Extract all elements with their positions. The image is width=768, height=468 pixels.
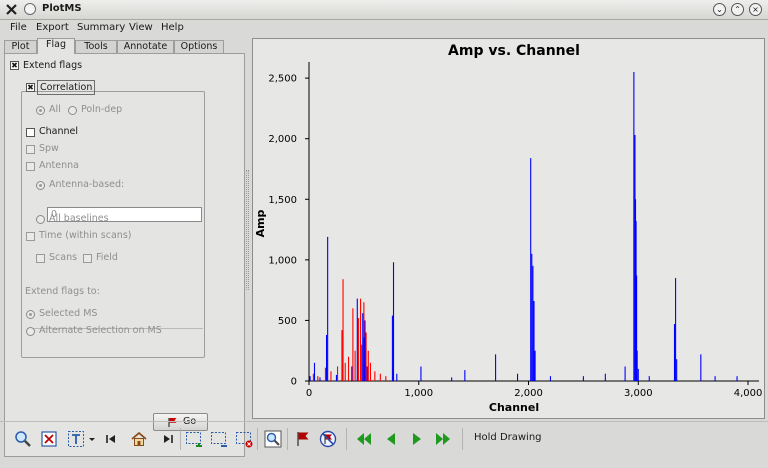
selected-ms-label: Selected MS (39, 308, 98, 319)
y-tick-label: 500 (278, 316, 297, 327)
first-iteration-icon[interactable] (355, 430, 373, 448)
extend-flags-checkbox[interactable]: ✖ (10, 61, 19, 70)
alternate-selection-radio[interactable] (26, 327, 35, 336)
plot-canvas[interactable]: Amp vs. Channel 0 500 1,000 1,500 2,000 2,500 0… (253, 39, 764, 418)
all-label: All (49, 104, 61, 115)
close-icon[interactable]: × (749, 3, 762, 16)
alternate-selection-label: Alternate Selection on MS (39, 325, 162, 336)
time-label: Time (within scans) (39, 230, 132, 241)
spw-checkbox[interactable] (26, 145, 35, 154)
x-tick-label: 0 (306, 388, 312, 399)
zoom-fit-icon[interactable] (40, 430, 58, 448)
y-tick-label: 2,000 (268, 134, 297, 145)
step-back-icon[interactable] (103, 430, 121, 448)
extend-to-label: Extend flags to: (25, 286, 100, 297)
toolbar-separator (346, 428, 347, 450)
field-label: Field (96, 252, 118, 263)
menu-file[interactable]: File (10, 22, 27, 33)
zoom-icon[interactable] (14, 430, 32, 448)
scans-label: Scans (49, 252, 78, 263)
chevron-down-icon[interactable] (87, 430, 97, 448)
splitter-handle[interactable] (246, 170, 249, 290)
menu-summary[interactable]: Summary (77, 22, 125, 33)
previous-iteration-icon[interactable] (382, 430, 400, 448)
annotate-text-icon[interactable] (67, 430, 85, 448)
y-tick-label: 0 (291, 377, 297, 388)
correlation-checkbox[interactable]: ✖ (26, 83, 35, 92)
window-title: PlotMS (42, 3, 82, 14)
extend-flags-label: Extend flags (23, 60, 83, 71)
x-tick-label: 4,000 (734, 388, 763, 399)
tab-options[interactable]: Options (174, 40, 224, 53)
tab-plot[interactable]: Plot (4, 40, 37, 53)
menu-help[interactable]: Help (161, 22, 184, 33)
correlation-label: Correlation (37, 80, 96, 95)
unflag-icon[interactable] (319, 430, 337, 448)
y-axis-label: Amp (254, 209, 267, 237)
toolbar-separator (180, 428, 181, 450)
tab-flag[interactable]: Flag (37, 38, 75, 54)
plot-panel: Amp vs. Channel 0 500 1,000 1,500 2,000 2,500 0… (252, 38, 765, 419)
antenna-based-radio[interactable] (36, 181, 45, 190)
y-tick-label: 2,500 (268, 74, 297, 85)
y-tick-label: 1,000 (268, 255, 297, 266)
hold-drawing-toggle[interactable]: Hold Drawing (474, 432, 542, 443)
toolbar-separator (462, 428, 463, 450)
channel-checkbox[interactable] (26, 128, 35, 137)
tab-annotate[interactable]: Annotate (117, 40, 174, 53)
poln-dep-label: Poln-dep (81, 104, 123, 115)
selected-ms-radio[interactable] (26, 310, 35, 319)
all-baselines-radio[interactable] (36, 215, 45, 224)
next-iteration-icon[interactable] (408, 430, 426, 448)
menu-bar: File Export Summary View Help (0, 20, 768, 37)
title-bar: PlotMS ⌄ ⌃ × (0, 0, 768, 20)
channel-label: Channel (39, 126, 79, 137)
close-x-icon[interactable] (5, 3, 18, 16)
chart-title: Amp vs. Channel (448, 43, 580, 59)
clear-regions-icon[interactable] (235, 430, 253, 448)
toolbar-separator (257, 428, 258, 450)
left-panel: ✖ Extend flags ✖ Correlation All Poln-de… (4, 38, 246, 457)
flag-icon[interactable] (294, 430, 312, 448)
mark-region-icon[interactable] (185, 430, 203, 448)
field-checkbox[interactable] (83, 254, 92, 263)
antenna-label: Antenna (39, 160, 79, 171)
home-icon[interactable] (130, 430, 148, 448)
maximize-icon[interactable]: ⌃ (731, 3, 744, 16)
locate-icon[interactable] (264, 430, 282, 448)
x-tick-label: 3,000 (624, 388, 653, 399)
subtract-region-icon[interactable] (210, 430, 228, 448)
antenna-checkbox[interactable] (26, 162, 35, 171)
x-tick-label: 2,000 (514, 388, 543, 399)
x-tick-label: 1,000 (404, 388, 433, 399)
poln-dep-radio[interactable] (68, 106, 77, 115)
menu-view[interactable]: View (129, 22, 153, 33)
window-menu-icon[interactable] (24, 3, 36, 15)
menu-export[interactable]: Export (36, 22, 69, 33)
tab-bar: Plot Flag Tools Annotate Options (4, 38, 244, 54)
all-baselines-label: All baselines (49, 213, 109, 224)
flag-tab-body: ✖ Extend flags ✖ Correlation All Poln-de… (4, 53, 245, 457)
antenna-based-label: Antenna-based: (49, 179, 125, 190)
last-iteration-icon[interactable] (434, 430, 452, 448)
x-axis-label: Channel (489, 401, 539, 414)
toolbar-separator (287, 428, 288, 450)
y-tick-label: 1,500 (268, 195, 297, 206)
bottom-toolbar: Hold Drawing (0, 421, 768, 468)
scans-checkbox[interactable] (36, 254, 45, 263)
all-radio[interactable] (36, 106, 45, 115)
minimize-icon[interactable]: ⌄ (713, 3, 726, 16)
step-forward-icon[interactable] (158, 430, 176, 448)
tab-tools[interactable]: Tools (75, 40, 117, 53)
spw-label: Spw (39, 143, 59, 154)
time-checkbox[interactable] (26, 232, 35, 241)
